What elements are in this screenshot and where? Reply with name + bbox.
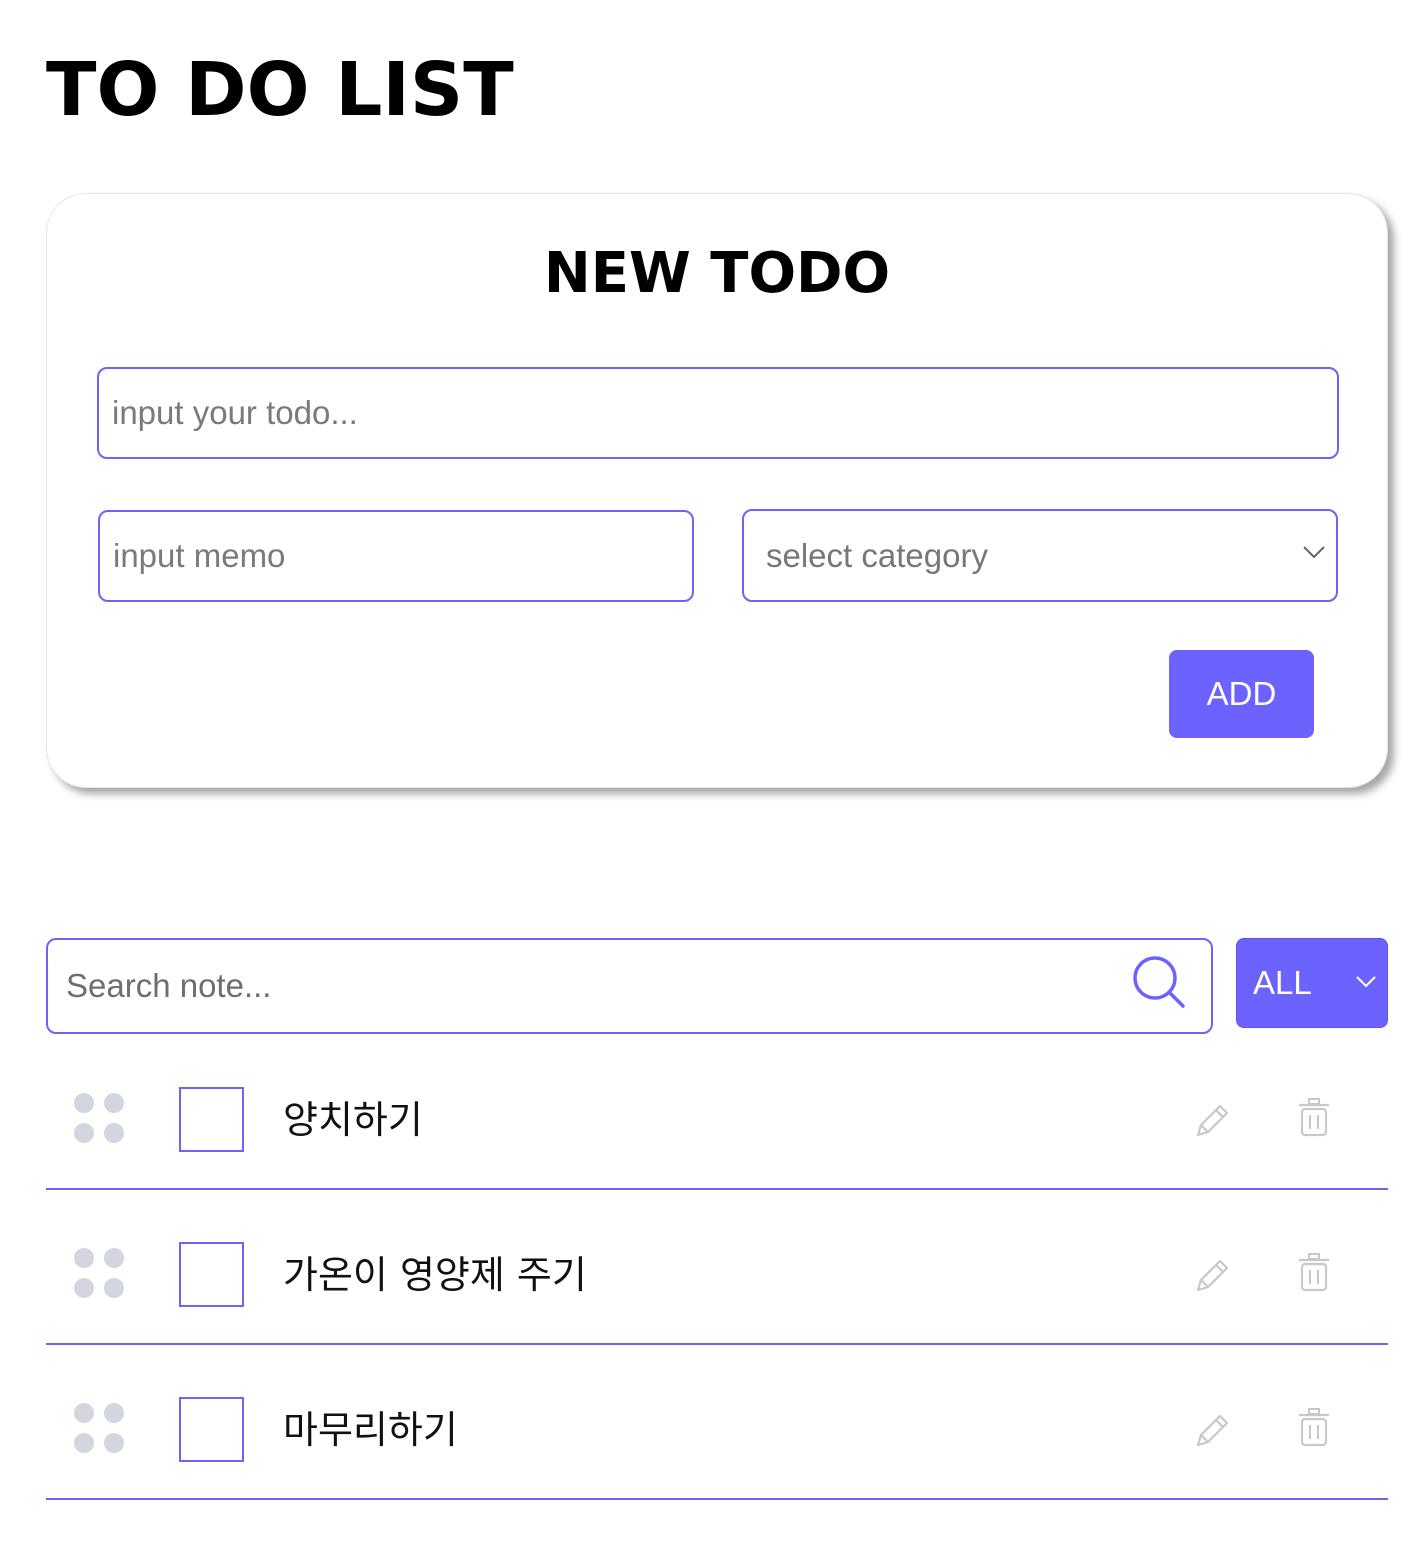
todo-text: 마무리하기 <box>283 1408 458 1452</box>
category-filter-select[interactable]: ALL <box>1236 938 1388 1028</box>
new-todo-card: NEW TODO select category ADD <box>46 193 1388 788</box>
todo-item: 양치하기 <box>46 1035 1388 1190</box>
search-input[interactable] <box>66 967 1106 1005</box>
trash-icon[interactable] <box>1296 1407 1332 1447</box>
add-button[interactable]: ADD <box>1169 650 1314 738</box>
todo-list: 양치하기 가온이 영양제 주기 마무리하기 <box>46 1035 1388 1500</box>
drag-handle-icon[interactable] <box>74 1403 126 1455</box>
drag-handle-icon[interactable] <box>74 1248 126 1300</box>
pencil-icon[interactable] <box>1192 1101 1232 1141</box>
todo-checkbox[interactable] <box>179 1242 244 1307</box>
todo-input-wrapper <box>97 367 1339 459</box>
todo-checkbox[interactable] <box>179 1397 244 1462</box>
memo-input-wrapper <box>98 510 694 602</box>
category-select[interactable]: select category <box>742 509 1338 602</box>
category-select-value: select category <box>766 536 988 574</box>
chevron-down-icon <box>1356 976 1376 988</box>
trash-icon[interactable] <box>1296 1252 1332 1292</box>
new-todo-title: NEW TODO <box>543 241 891 306</box>
pencil-icon[interactable] <box>1192 1256 1232 1296</box>
todo-text: 양치하기 <box>283 1098 423 1142</box>
drag-handle-icon[interactable] <box>74 1093 126 1145</box>
category-filter-value: ALL <box>1253 964 1312 1001</box>
chevron-down-icon <box>1303 546 1325 559</box>
trash-icon[interactable] <box>1296 1097 1332 1137</box>
todo-input[interactable] <box>112 369 1337 457</box>
todo-text: 가온이 영양제 주기 <box>283 1253 587 1297</box>
todo-checkbox[interactable] <box>179 1087 244 1152</box>
todo-item: 가온이 영양제 주기 <box>46 1190 1388 1345</box>
search-icon[interactable] <box>1131 954 1187 1010</box>
page-title: TO DO LIST <box>46 47 514 133</box>
search-box <box>46 938 1213 1034</box>
pencil-icon[interactable] <box>1192 1411 1232 1451</box>
todo-item: 마무리하기 <box>46 1345 1388 1500</box>
memo-input[interactable] <box>113 512 692 600</box>
